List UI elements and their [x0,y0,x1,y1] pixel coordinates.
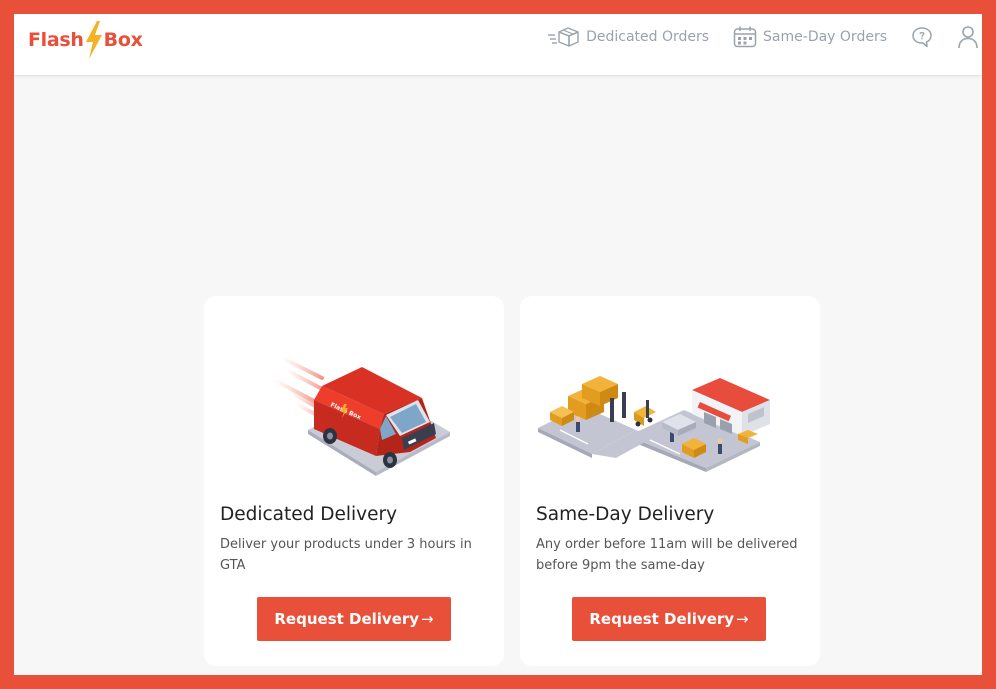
nav-links: Dedicated Orders Same-Day Orders [548,14,982,60]
request-delivery-button-dedicated[interactable]: Request Delivery → [257,597,451,641]
nav-same-day-orders-label: Same-Day Orders [763,29,887,45]
user-icon [958,26,978,49]
nav-same-day-orders[interactable]: Same-Day Orders [733,26,887,48]
chat-icon [912,27,932,48]
dedicated-delivery-card: Flash Box Dedicated Delivery Deliver you… [204,296,504,666]
card-description: Any order before 11am will be delivered … [536,537,798,573]
delivery-van-illustration: Flash Box [272,356,450,476]
box-icon [548,27,579,47]
nav-dedicated-orders[interactable]: Dedicated Orders [548,27,709,47]
nav-dedicated-orders-label: Dedicated Orders [586,29,710,45]
same-day-delivery-card: Same-Day Delivery Any order before 11am … [520,296,820,666]
card-title: Same-Day Delivery [536,504,715,525]
user-account-button[interactable] [957,25,979,49]
flashbox-logo[interactable]: Flash Box [28,20,143,60]
lightning-bolt-icon [85,21,102,59]
logo-word-box: Box [103,29,143,51]
warehouse-illustration [538,376,770,472]
top-navbar: Flash Box Dedicated Orders Same-Day Orde… [14,14,982,76]
card-title: Dedicated Delivery [220,504,398,525]
arrow-right-icon: → [736,610,749,628]
button-label: Request Delivery [274,610,420,628]
logo-word-flash: Flash [28,29,84,51]
request-delivery-button-same-day[interactable]: Request Delivery → [572,597,766,641]
arrow-right-icon: → [421,610,434,628]
button-label: Request Delivery [589,610,735,628]
app-frame: Flash Box Dedicated Orders Same-Day Orde… [14,14,982,675]
chat-button[interactable] [911,26,933,48]
calendar-icon [733,26,757,48]
card-description: Deliver your products under 3 hours in G… [220,537,472,573]
